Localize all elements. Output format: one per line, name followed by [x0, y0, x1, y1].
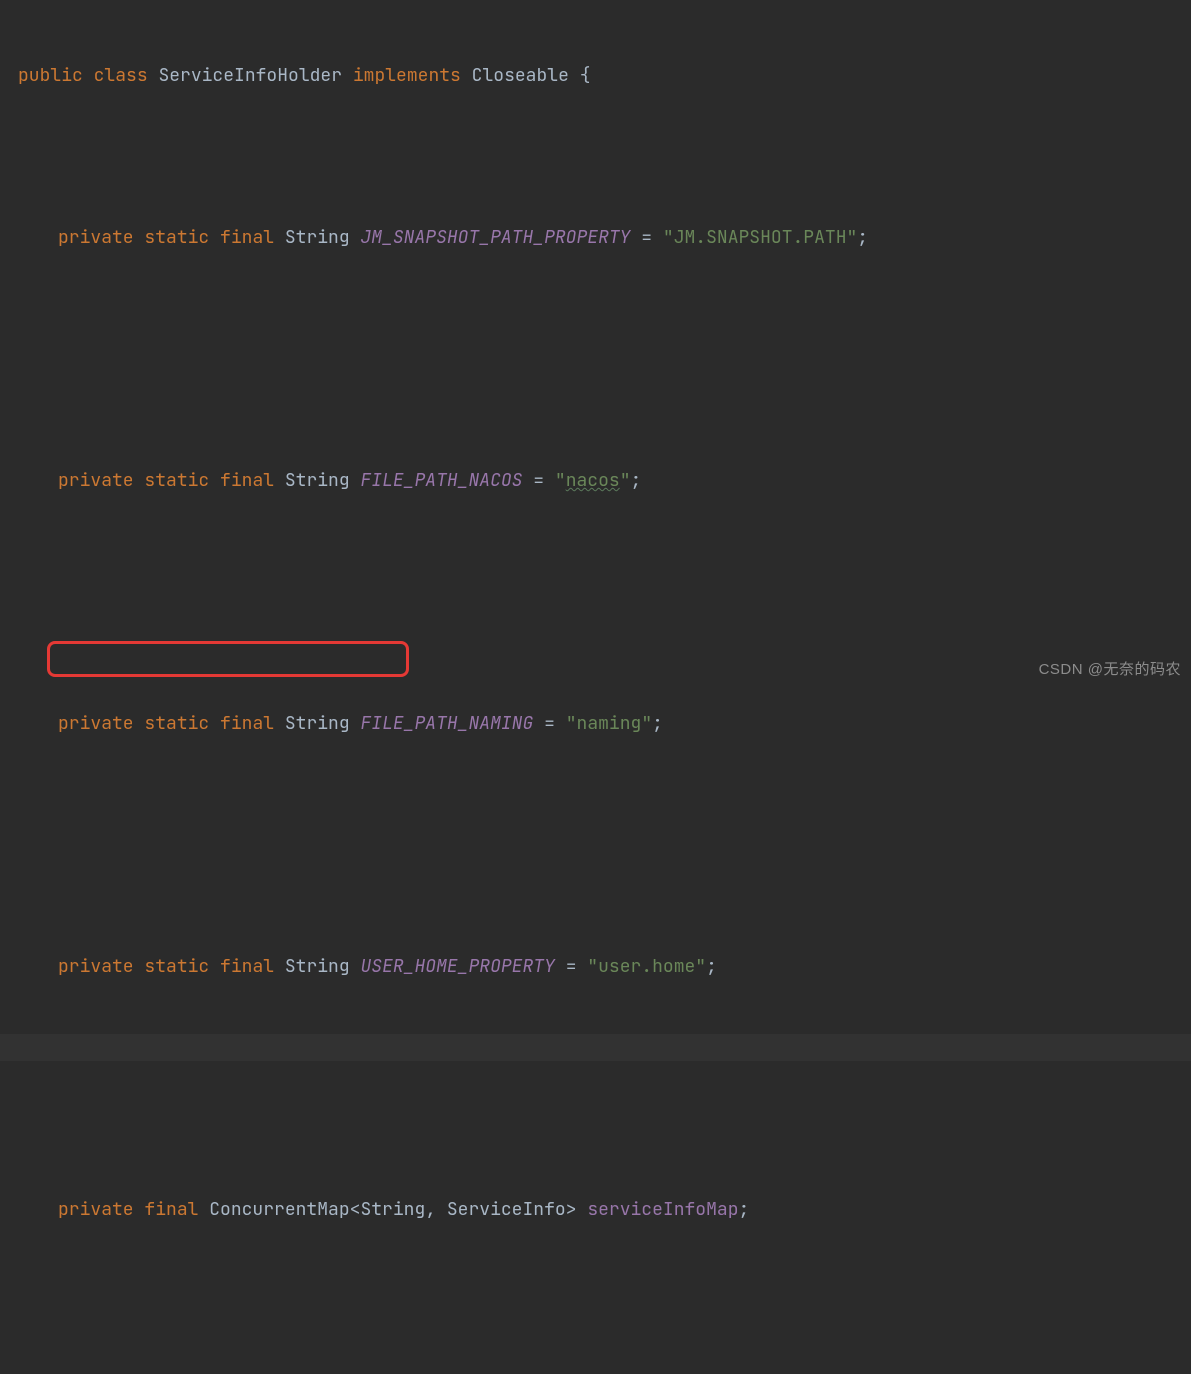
blank-line — [0, 629, 1191, 656]
keyword-static: static — [144, 469, 209, 492]
keyword-private: private — [58, 712, 134, 735]
keyword-final: final — [220, 469, 274, 492]
field-name: FILE_PATH_NACOS — [360, 469, 522, 492]
string-quote: " — [555, 469, 566, 492]
generic-open: < — [350, 1198, 361, 1221]
caret-line — [0, 1034, 1191, 1061]
blank-line — [0, 791, 1191, 818]
type-string: String — [285, 226, 350, 249]
code-line: private final ConcurrentMap<String, Serv… — [0, 1196, 1191, 1223]
generic-arg: String — [360, 1198, 425, 1221]
code-line: private static final String FILE_PATH_NA… — [0, 467, 1191, 494]
blank-line — [0, 1358, 1191, 1374]
string-literal: "user.home" — [587, 955, 706, 978]
blank-line — [0, 548, 1191, 575]
string-literal: nacos — [566, 469, 620, 492]
type-string: String — [285, 712, 350, 735]
semicolon: ; — [652, 712, 663, 735]
keyword-private: private — [58, 955, 134, 978]
code-editor[interactable]: public class ServiceInfoHolder implement… — [0, 0, 1191, 1374]
string-quote: " — [641, 712, 652, 735]
keyword-final: final — [144, 1198, 198, 1221]
code-line: public class ServiceInfoHolder implement… — [0, 62, 1191, 89]
generic-close: > — [566, 1198, 577, 1221]
operator-eq: = — [630, 226, 662, 249]
string-quote: " — [566, 712, 577, 735]
blank-line — [0, 143, 1191, 170]
blank-line — [0, 1115, 1191, 1142]
field-name: JM_SNAPSHOT_PATH_PROPERTY — [360, 226, 630, 249]
string-literal: naming — [577, 712, 642, 735]
keyword-static: static — [144, 226, 209, 249]
semicolon: ; — [631, 469, 642, 492]
string-quote: " — [620, 469, 631, 492]
type-map: ConcurrentMap — [209, 1198, 349, 1221]
interface-name: Closeable — [472, 64, 569, 87]
operator-eq: = — [555, 955, 587, 978]
type-string: String — [285, 469, 350, 492]
keyword-final: final — [220, 712, 274, 735]
blank-line — [0, 872, 1191, 899]
field-name: serviceInfoMap — [587, 1198, 738, 1221]
keyword-public: public — [18, 64, 83, 87]
comma: , — [425, 1198, 447, 1221]
blank-line — [0, 305, 1191, 332]
keyword-final: final — [220, 226, 274, 249]
class-name: ServiceInfoHolder — [158, 64, 342, 87]
field-name: USER_HOME_PROPERTY — [360, 955, 554, 978]
semicolon: ; — [706, 955, 717, 978]
operator-eq: = — [522, 469, 554, 492]
brace-open: { — [580, 64, 591, 87]
keyword-class: class — [94, 64, 148, 87]
blank-line — [0, 386, 1191, 413]
keyword-static: static — [144, 712, 209, 735]
keyword-private: private — [58, 226, 134, 249]
field-name: FILE_PATH_NAMING — [360, 712, 533, 735]
code-line: private static final String JM_SNAPSHOT_… — [0, 224, 1191, 251]
blank-line — [0, 1277, 1191, 1304]
operator-eq: = — [533, 712, 565, 735]
type-string: String — [285, 955, 350, 978]
keyword-static: static — [144, 955, 209, 978]
keyword-private: private — [58, 1198, 134, 1221]
keyword-private: private — [58, 469, 134, 492]
semicolon: ; — [739, 1198, 750, 1221]
code-line: private static final String USER_HOME_PR… — [0, 953, 1191, 980]
keyword-final: final — [220, 955, 274, 978]
keyword-implements: implements — [353, 64, 461, 87]
code-line: private static final String FILE_PATH_NA… — [0, 710, 1191, 737]
semicolon: ; — [857, 226, 868, 249]
generic-arg: ServiceInfo — [447, 1198, 566, 1221]
string-literal: "JM.SNAPSHOT.PATH" — [663, 226, 857, 249]
